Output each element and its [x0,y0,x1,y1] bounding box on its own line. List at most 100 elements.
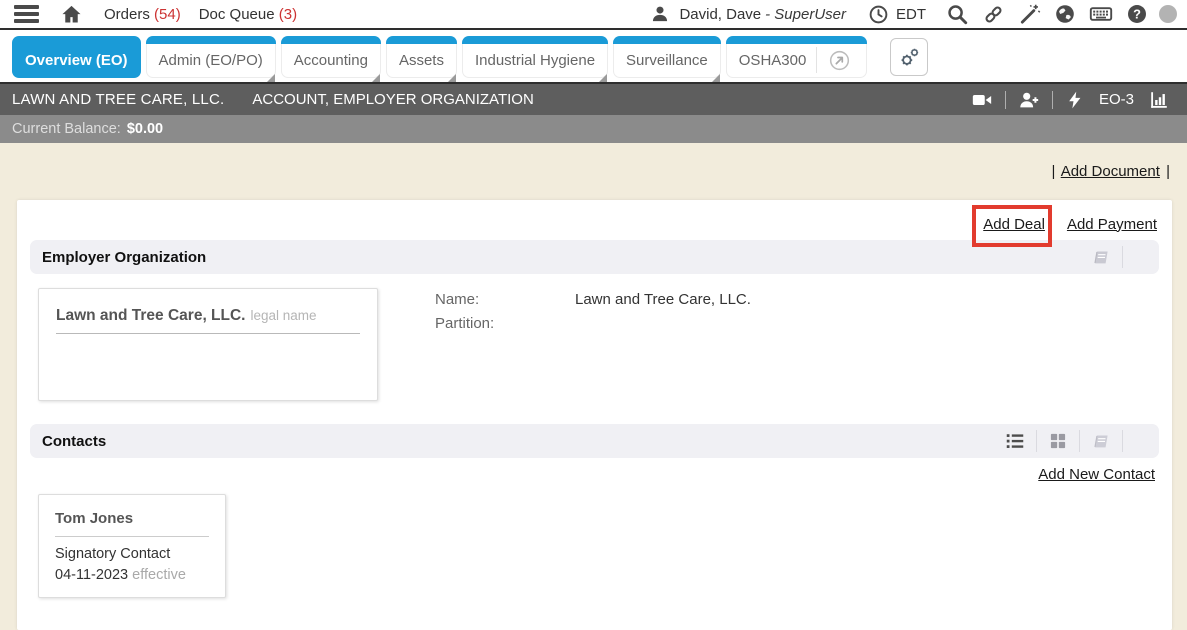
add-document-link[interactable]: Add Document [1061,163,1160,180]
entity-title-bar: LAWN AND TREE CARE, LLC. ACCOUNT, EMPLOY… [0,84,1187,115]
entity-code: EO-3 [1099,91,1134,108]
doc-queue-label: Doc Queue [199,6,275,23]
tab-label: OSHA300 [739,52,807,69]
tab-label: Accounting [294,52,368,69]
entity-type: ACCOUNT, EMPLOYER ORGANIZATION [252,91,533,108]
tab-accounting[interactable]: Accounting [281,36,381,78]
tab-settings-button[interactable] [890,38,928,76]
notes-book-icon[interactable] [1080,424,1122,458]
add-contact-row: Add New Contact [30,466,1155,486]
tab-label: Admin (EO/PO) [159,52,263,69]
menu-icon[interactable] [12,3,41,25]
title-bar-tools: EO-3 [968,89,1173,111]
top-bar: Orders (54) Doc Queue (3) David, Dave - … [0,0,1187,30]
contact-card[interactable]: Tom Jones Signatory Contact 04-11-2023 e… [38,494,226,598]
pipe-separator: | [1051,163,1055,180]
lightning-icon[interactable] [1062,90,1088,110]
dropdown-caret-icon [712,74,720,82]
legal-name-line: Lawn and Tree Care, LLC. legal name [56,307,360,334]
add-new-contact-link[interactable]: Add New Contact [1038,466,1155,483]
tab-assets[interactable]: Assets [386,36,457,78]
tab-surveillance[interactable]: Surveillance [613,36,721,78]
user-name[interactable]: David, Dave [679,6,761,23]
legal-name-card[interactable]: Lawn and Tree Care, LLC. legal name [38,288,378,401]
spacer [1123,424,1159,458]
contacts-header: Contacts [30,424,1159,458]
field-label: Name: [435,291,575,308]
chart-icon[interactable] [1145,89,1173,111]
divider [1005,91,1006,109]
tab-osha300[interactable]: OSHA300 [726,36,868,78]
panel-actions-row: Add Deal Add Payment [30,200,1159,240]
search-icon[interactable] [943,3,972,26]
document-actions-row: | Add Document | [17,163,1172,180]
divider [55,536,209,537]
dropdown-caret-icon [372,74,380,82]
user-icon [647,4,673,24]
video-camera-icon[interactable] [968,89,996,111]
tab-label: Assets [399,52,444,69]
add-deal-link[interactable]: Add Deal [983,216,1045,233]
contact-date-suffix: effective [132,567,186,583]
nav-orders[interactable]: Orders (54) [104,6,181,23]
add-person-icon[interactable] [1015,89,1043,111]
divider [816,47,817,73]
orders-label: Orders [104,6,150,23]
employer-organization-body: Lawn and Tree Care, LLC. legal name Name:… [30,274,1159,401]
section-tools [1080,240,1159,274]
legal-name-value: Lawn and Tree Care, LLC. [56,307,246,324]
tab-label: Industrial Hygiene [475,52,595,69]
field-row-partition: Partition: [435,315,751,332]
contact-date: 04-11-2023 effective [55,567,209,583]
globe-icon[interactable] [1051,3,1079,25]
main-panel: Add Deal Add Payment Employer Organizati… [17,200,1172,630]
tab-industrial-hygiene[interactable]: Industrial Hygiene [462,36,608,78]
help-glyph: ? [1133,7,1141,22]
dropdown-caret-icon [448,74,456,82]
keyboard-icon[interactable] [1086,2,1116,26]
balance-bar: Current Balance: $0.00 [0,115,1187,143]
popout-icon[interactable] [825,49,854,72]
add-deal-wrapper: Add Deal [983,216,1045,233]
section-title: Contacts [42,433,106,450]
clock-icon[interactable] [865,4,892,25]
orders-count: (54) [154,6,181,23]
section-title: Employer Organization [42,249,206,266]
dropdown-caret-icon [599,74,607,82]
balance-value: $0.00 [127,121,163,137]
home-icon[interactable] [57,3,86,26]
pipe-separator: | [1166,163,1170,180]
add-payment-link[interactable]: Add Payment [1067,216,1157,233]
field-value: Lawn and Tree Care, LLC. [575,291,751,308]
tab-admin-eo-po[interactable]: Admin (EO/PO) [146,36,276,78]
legal-name-placeholder: legal name [251,308,317,323]
dropdown-caret-icon [267,74,275,82]
notes-book-icon[interactable] [1080,240,1122,274]
doc-queue-count: (3) [279,6,297,23]
contact-date-value: 04-11-2023 [55,567,128,583]
list-view-icon[interactable] [994,424,1036,458]
divider [1052,91,1053,109]
spacer [1123,240,1159,274]
top-bar-left: Orders (54) Doc Queue (3) [12,3,297,26]
gears-icon [897,45,922,70]
org-fields: Name: Lawn and Tree Care, LLC. Partition… [435,288,751,401]
nav-doc-queue[interactable]: Doc Queue (3) [199,6,297,23]
tab-overview-eo[interactable]: Overview (EO) [12,36,141,78]
field-row-name: Name: Lawn and Tree Care, LLC. [435,291,751,308]
status-dot [1159,5,1177,23]
link-icon[interactable] [979,3,1008,26]
tab-bar: Overview (EO) Admin (EO/PO) Accounting A… [0,30,1187,84]
section-tools [994,424,1159,458]
field-label: Partition: [435,315,575,332]
content-area: | Add Document | Add Deal Add Payment Em… [0,143,1187,630]
tab-label: Overview (EO) [25,52,128,69]
top-bar-right: David, Dave - SuperUser EDT ? [640,2,1177,26]
user-role: - SuperUser [765,6,846,23]
entity-name: LAWN AND TREE CARE, LLC. [12,91,224,108]
wand-icon[interactable] [1015,3,1044,26]
tab-label: Surveillance [626,52,708,69]
contact-role: Signatory Contact [55,546,209,562]
grid-view-icon[interactable] [1037,424,1079,458]
help-icon[interactable]: ? [1123,3,1151,25]
